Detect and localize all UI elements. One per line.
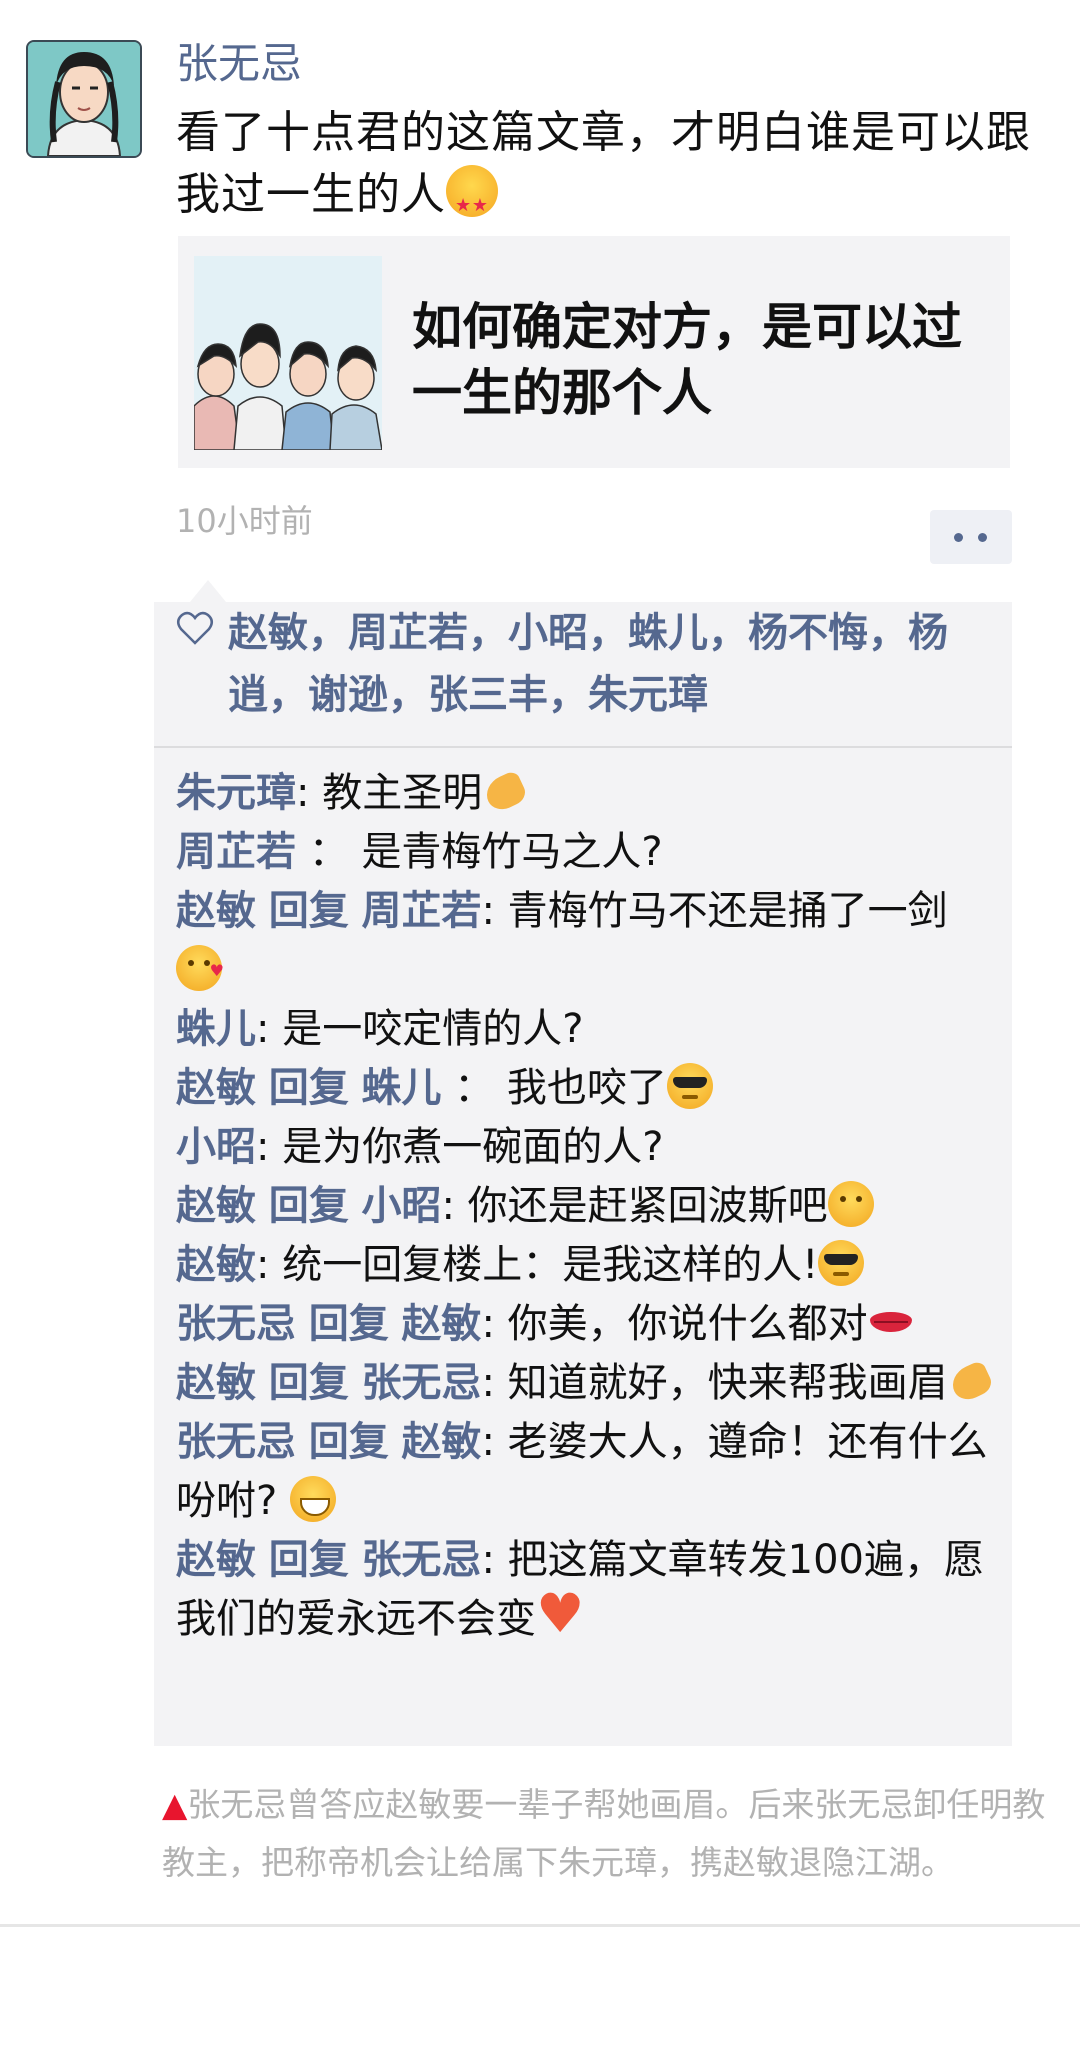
commenter-name[interactable]: 赵敏	[176, 1065, 256, 1111]
grinning-face-emoji-icon	[289, 1476, 336, 1522]
comment-item[interactable]: 赵敏 回复 张无忌: 知道就好，快来帮我画眉	[176, 1354, 998, 1413]
reply-keyword: 回复	[268, 888, 349, 934]
reply-target-name[interactable]: 蛛儿	[361, 1065, 441, 1111]
post-timestamp: 10小时前	[176, 502, 313, 540]
heart-outline-icon	[177, 611, 213, 645]
comment-item[interactable]: 朱元璋: 教主圣明	[176, 764, 998, 823]
post-text: 看了十点君的这篇文章，才明白谁是可以跟我过一生的人	[176, 102, 1036, 237]
likes-names[interactable]: 赵敏，周芷若，小昭，蛛儿，杨不悔，杨逍，谢逊，张三丰，朱元璋	[228, 602, 1008, 726]
more-dot-icon	[954, 533, 963, 542]
star-struck-emoji-icon	[446, 165, 498, 237]
article-title: 如何确定对方，是可以过一生的那个人	[412, 298, 962, 422]
comment-item[interactable]: 赵敏 回复 小昭: 你还是赶紧回波斯吧	[176, 1177, 998, 1236]
sunglasses-face-emoji-icon	[666, 1063, 713, 1109]
comment-list: 朱元璋: 教主圣明 周芷若 ： 是青梅竹马之人? 赵敏 回复 周芷若: 青梅竹马…	[176, 764, 998, 1649]
interaction-panel: 赵敏，周芷若，小昭，蛛儿，杨不悔，杨逍，谢逊，张三丰，朱元璋 朱元璋: 教主圣明…	[154, 580, 1012, 1746]
comment-separator: :	[481, 1360, 508, 1406]
reply-keyword: 回复	[308, 1419, 389, 1465]
comment-separator: ：	[441, 1065, 507, 1111]
article-thumbnail	[194, 256, 382, 450]
comment-text: 是为你煮一碗面的人?	[282, 1124, 664, 1170]
comment-item[interactable]: 蛛儿: 是一咬定情的人?	[176, 1000, 998, 1059]
comment-text: 统一回复楼上：是我这样的人!	[282, 1242, 819, 1288]
comment-item[interactable]: 张无忌 回复 赵敏: 老婆大人，遵命！还有什么吩咐?	[176, 1413, 998, 1531]
reply-target-name[interactable]: 张无忌	[361, 1360, 481, 1406]
commenter-name[interactable]: 赵敏	[176, 888, 256, 934]
reply-target-name[interactable]: 小昭	[361, 1183, 441, 1229]
reply-target-name[interactable]: 张无忌	[361, 1537, 481, 1583]
reply-keyword: 回复	[308, 1301, 389, 1347]
reply-target-name[interactable]: 赵敏	[401, 1301, 481, 1347]
ok-hand-emoji-icon	[948, 1358, 994, 1404]
commenter-name[interactable]: 张无忌	[176, 1301, 296, 1347]
caption-text: 张无忌曾答应赵敏要一辈子帮她画眉。后来张无忌卸任明教教主，把称帝机会让给属下朱元…	[162, 1785, 1046, 1882]
comment-text: 青梅竹马不还是捅了一剑	[507, 888, 948, 934]
four-characters-illustration-icon	[194, 256, 382, 450]
comment-item[interactable]: 赵敏 回复 张无忌: 把这篇文章转发100遍，愿我们的爱永远不会变	[176, 1531, 998, 1649]
commenter-name[interactable]: 赵敏	[176, 1537, 256, 1583]
more-dot-icon	[978, 533, 987, 542]
comment-item[interactable]: 赵敏 回复 蛛儿 ： 我也咬了	[176, 1059, 998, 1118]
ok-hand-emoji-icon	[482, 768, 528, 814]
reply-keyword: 回复	[268, 1183, 349, 1229]
more-actions-button[interactable]	[930, 510, 1012, 564]
comment-separator: :	[296, 770, 323, 816]
comment-text: 教主圣明	[322, 770, 483, 816]
red-triangle-marker-icon: ▲	[162, 1785, 188, 1824]
commenter-name[interactable]: 赵敏	[176, 1242, 256, 1288]
reply-keyword: 回复	[268, 1537, 349, 1583]
comment-separator: :	[481, 888, 508, 934]
comment-separator: :	[481, 1419, 508, 1465]
sunglasses-face-emoji-icon	[818, 1240, 865, 1286]
thinking-face-emoji-icon	[827, 1181, 874, 1227]
post-author-name[interactable]: 张无忌	[176, 36, 302, 92]
comment-separator: :	[481, 1537, 508, 1583]
orange-heart-emoji-icon	[536, 1584, 584, 1644]
comment-text: 是青梅竹马之人?	[361, 829, 663, 875]
reply-target-name[interactable]: 周芷若	[361, 888, 481, 934]
comment-text: 知道就好，快来帮我画眉	[507, 1360, 948, 1406]
comment-text: 你还是赶紧回波斯吧	[467, 1183, 828, 1229]
shared-article-card[interactable]: 如何确定对方，是可以过一生的那个人	[178, 236, 1010, 468]
comment-separator: :	[256, 1242, 283, 1288]
commenter-name[interactable]: 蛛儿	[176, 1006, 256, 1052]
comment-text: 是一咬定情的人?	[282, 1006, 584, 1052]
reply-target-name[interactable]: 赵敏	[401, 1419, 481, 1465]
reply-keyword: 回复	[268, 1065, 349, 1111]
comment-text: 你美，你说什么都对	[507, 1301, 868, 1347]
post-text-content: 看了十点君的这篇文章，才明白谁是可以跟我过一生的人	[176, 107, 1031, 220]
comment-separator: :	[256, 1006, 283, 1052]
comment-text: 我也咬了	[506, 1065, 667, 1111]
comment-item[interactable]: 赵敏 回复 周芷若: 青梅竹马不还是捅了一剑	[176, 882, 998, 1000]
commenter-name[interactable]: 小昭	[176, 1124, 256, 1170]
kissing-face-emoji-icon	[176, 941, 224, 1000]
avatar-portrait-icon	[28, 42, 140, 156]
comment-item[interactable]: 小昭: 是为你煮一碗面的人?	[176, 1118, 998, 1177]
commenter-name[interactable]: 赵敏	[176, 1360, 256, 1406]
comment-separator: :	[441, 1183, 468, 1229]
lips-emoji-icon	[868, 1299, 914, 1345]
comment-item[interactable]: 张无忌 回复 赵敏: 你美，你说什么都对	[176, 1295, 998, 1354]
comment-item[interactable]: 赵敏: 统一回复楼上：是我这样的人!	[176, 1236, 998, 1295]
comment-separator: ：	[296, 829, 362, 875]
author-avatar[interactable]	[26, 40, 142, 158]
likes-divider	[154, 746, 1012, 748]
comment-item[interactable]: 周芷若 ： 是青梅竹马之人?	[176, 823, 998, 882]
footer-divider	[0, 1924, 1080, 1927]
commenter-name[interactable]: 张无忌	[176, 1419, 296, 1465]
caption-note: ▲张无忌曾答应赵敏要一辈子帮她画眉。后来张无忌卸任明教教主，把称帝机会让给属下朱…	[162, 1776, 1062, 1892]
commenter-name[interactable]: 周芷若	[176, 829, 296, 875]
comment-separator: :	[481, 1301, 508, 1347]
commenter-name[interactable]: 赵敏	[176, 1183, 256, 1229]
comment-separator: :	[256, 1124, 283, 1170]
reply-keyword: 回复	[268, 1360, 349, 1406]
commenter-name[interactable]: 朱元璋	[176, 770, 296, 816]
